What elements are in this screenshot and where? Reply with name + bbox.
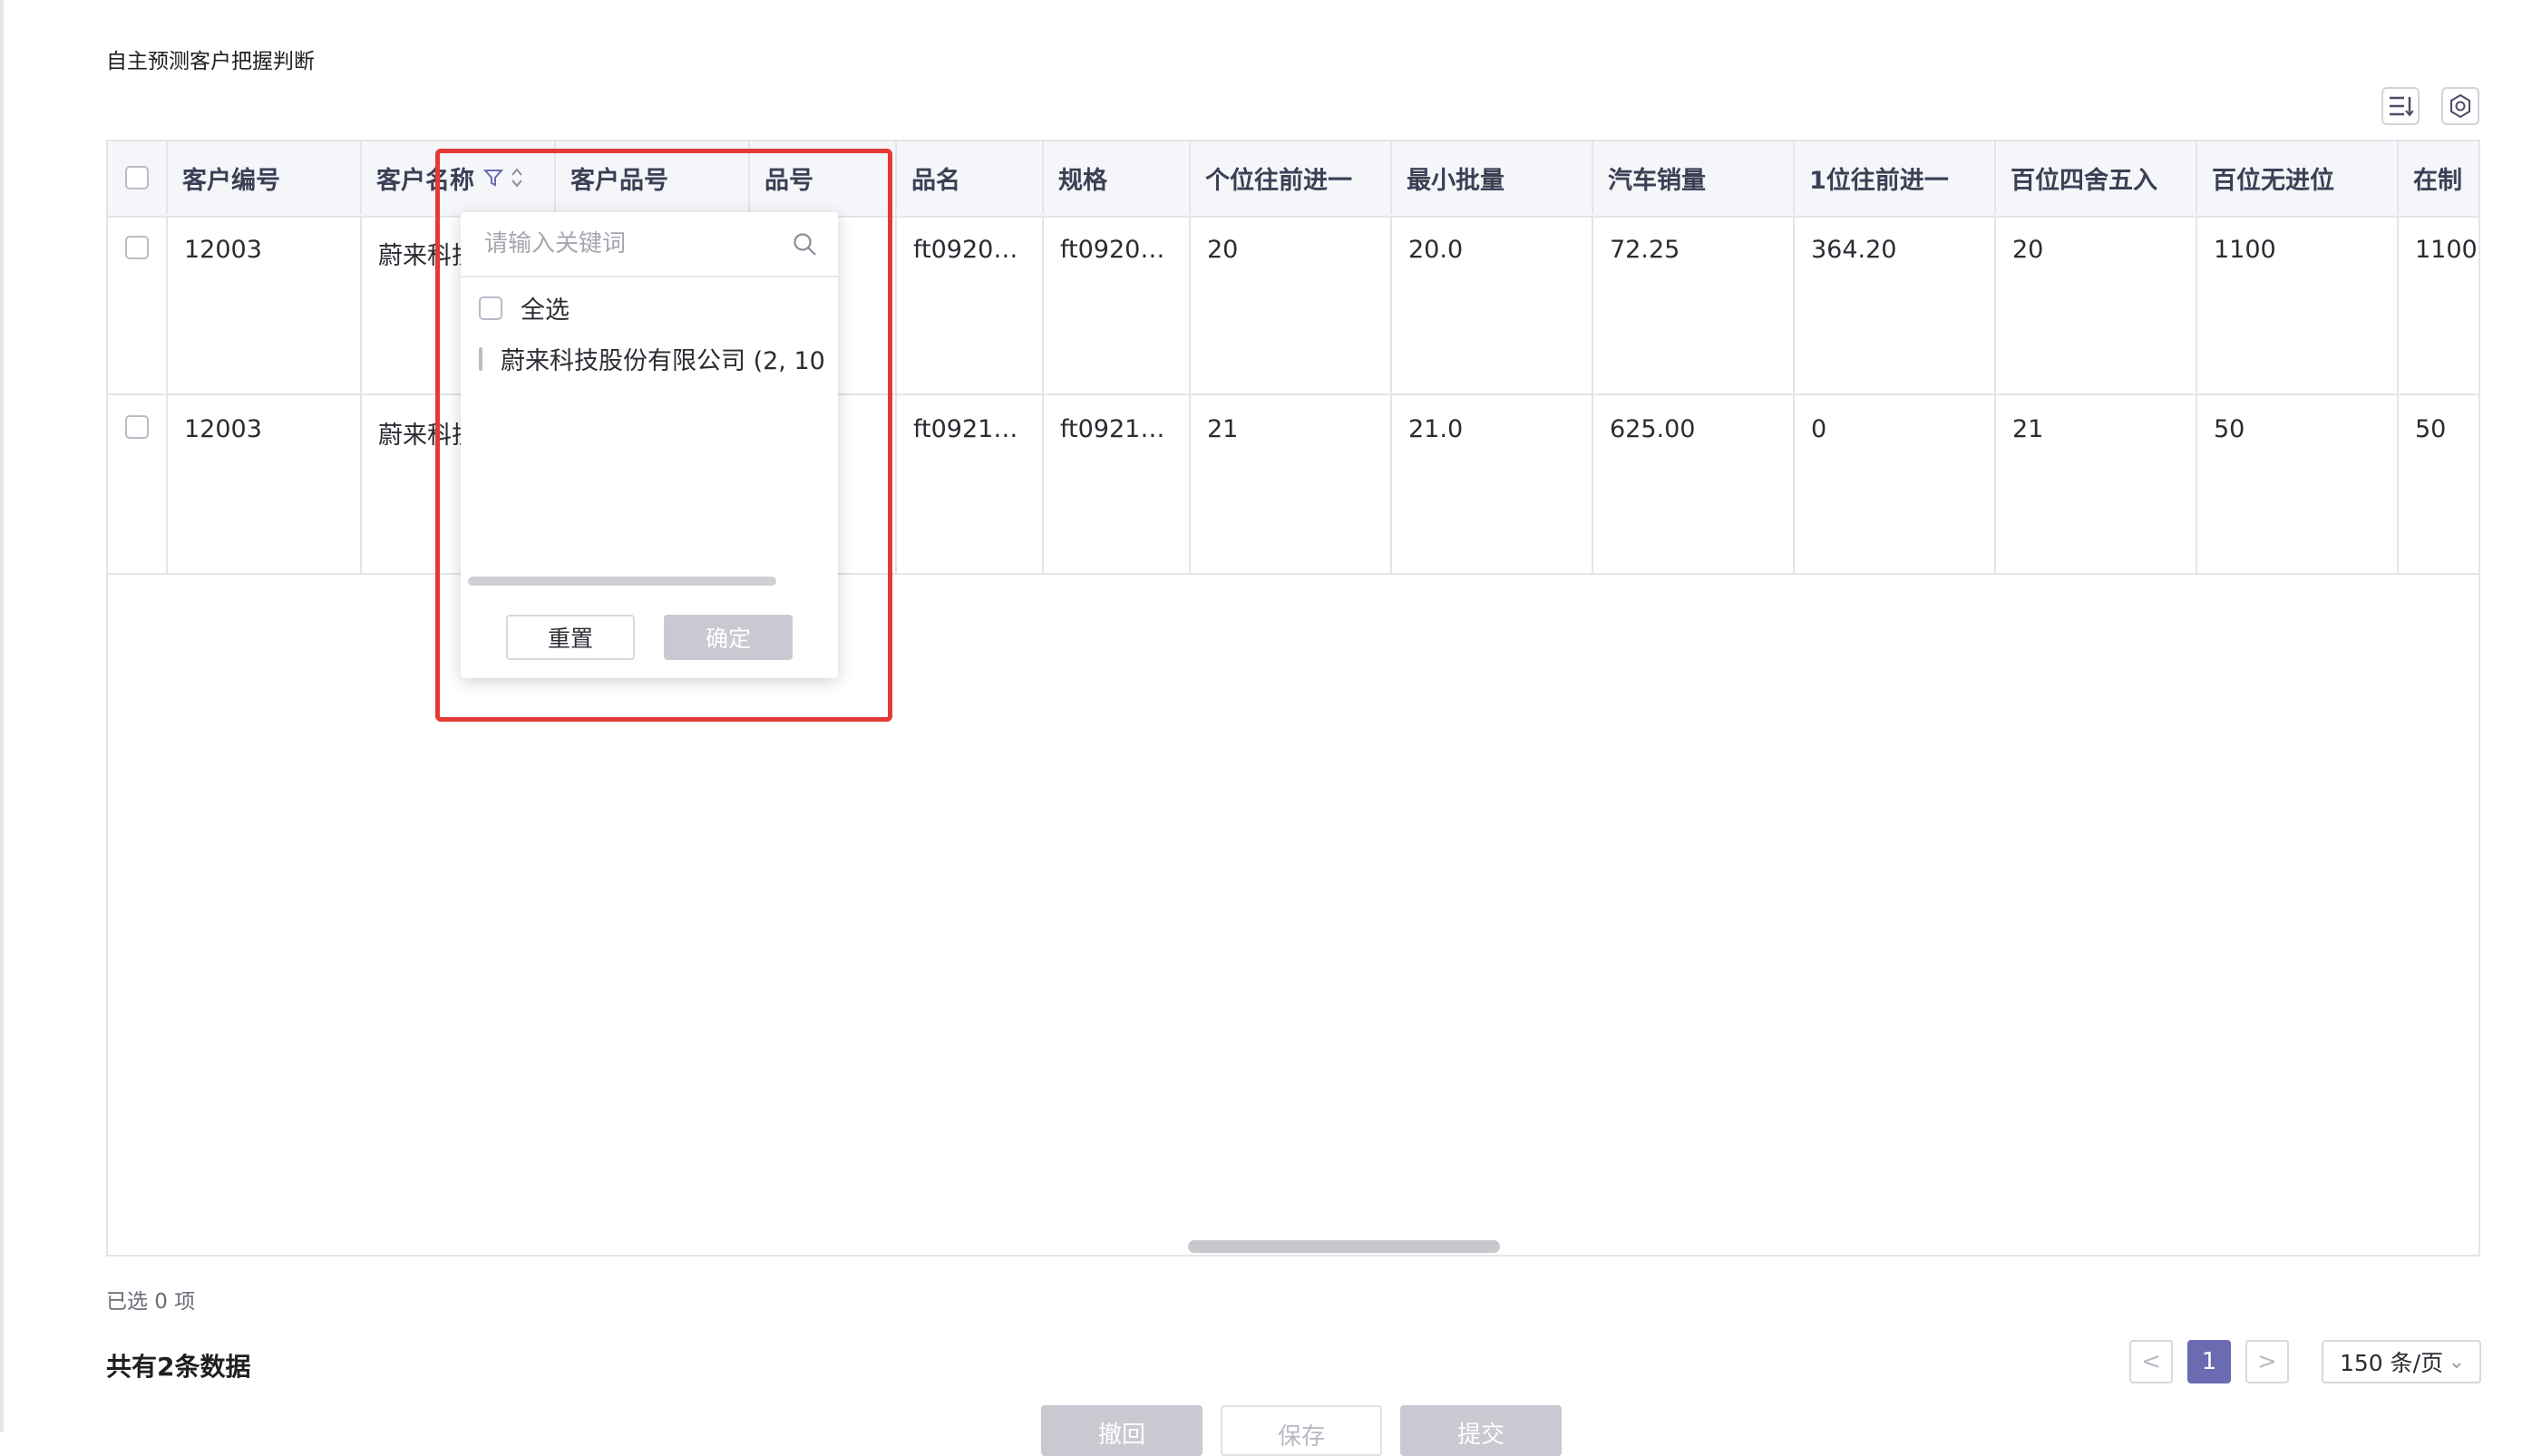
chevron-down-icon: ⌄ <box>2448 1351 2465 1373</box>
select-all-cell <box>108 141 168 214</box>
table-cell: 1100 <box>2415 236 2478 264</box>
confirm-button[interactable]: 确定 <box>664 615 793 660</box>
col-header-label: 客户名称 <box>376 166 474 195</box>
dropdown-scrollbar[interactable] <box>468 577 776 586</box>
col-header-customer-name[interactable]: 客户名称 <box>362 141 556 214</box>
current-page-button[interactable]: 1 <box>2187 1340 2231 1383</box>
table-cell: 20 <box>1996 216 2197 393</box>
table-cell: 20.0 <box>1392 216 1593 393</box>
filter-search-input[interactable] <box>482 225 776 263</box>
table-cell: 1100 <box>2197 216 2399 393</box>
col-header-spec[interactable]: 规格 <box>1044 141 1191 214</box>
table-cell: 21 <box>1996 395 2197 573</box>
gear-icon <box>2450 94 2470 118</box>
table-cell: 21 <box>1191 395 1392 573</box>
filter-icon[interactable] <box>483 168 503 188</box>
filter-search-box <box>461 212 838 277</box>
page-size-value: 150 条/页 <box>2340 1350 2444 1376</box>
col-header-part-name[interactable]: 品名 <box>897 141 1044 214</box>
settings-button[interactable] <box>2441 87 2479 125</box>
next-page-button[interactable]: > <box>2245 1340 2289 1383</box>
table-cell: 50 <box>2197 395 2399 573</box>
table-cell: 72.25 <box>1593 216 1795 393</box>
save-button[interactable]: 保存 <box>1221 1405 1382 1456</box>
col-header-round-up-1[interactable]: 1位往前进一 <box>1795 141 1996 214</box>
col-header-car-sales[interactable]: 汽车销量 <box>1593 141 1795 214</box>
table-cell: 21.0 <box>1392 395 1593 573</box>
col-header-hundred-no-carry[interactable]: 百位无进位 <box>2197 141 2399 214</box>
filter-option-checkbox[interactable] <box>479 296 502 320</box>
filter-option-customer[interactable]: 蔚来科技股份有限公司 (2, 100%) <box>479 341 823 376</box>
row-select-cell <box>108 216 168 393</box>
table-cell: ft0921… <box>897 395 1044 573</box>
table-cell: 12003 <box>168 395 362 573</box>
table-cell: 0 <box>1795 395 1996 573</box>
row-checkbox[interactable] <box>125 236 149 259</box>
total-count: 共有2条数据 <box>106 1352 251 1382</box>
table-cell: ft0920… <box>1044 216 1191 393</box>
prev-page-button[interactable]: < <box>2129 1340 2173 1383</box>
filter-option-label: 蔚来科技股份有限公司 (2, 100%) <box>501 347 823 375</box>
col-header-wip[interactable]: 在制 <box>2399 141 2478 214</box>
col-header-customer-id[interactable]: 客户编号 <box>168 141 362 214</box>
table-cell: 625.00 <box>1593 395 1795 573</box>
column-order-icon <box>2390 96 2413 117</box>
col-header-part-no[interactable]: 品号 <box>750 141 897 214</box>
window-edge <box>0 0 4 1432</box>
table-cell: 364.20 <box>1795 216 1996 393</box>
table-cell: 20 <box>1191 216 1392 393</box>
filter-option-label: 全选 <box>521 296 570 325</box>
page-title: 自主预测客户把握判断 <box>106 50 315 73</box>
col-header-min-batch[interactable]: 最小批量 <box>1392 141 1593 214</box>
selected-count: 已选 0 项 <box>106 1290 196 1314</box>
table-cell: ft0920… <box>897 216 1044 393</box>
revoke-button[interactable]: 撤回 <box>1041 1405 1203 1456</box>
horizontal-scrollbar[interactable] <box>1188 1240 1500 1253</box>
row-select-cell <box>108 395 168 573</box>
col-header-round-up-unit[interactable]: 个位往前进一 <box>1191 141 1392 214</box>
reset-button[interactable]: 重置 <box>506 615 635 660</box>
filter-dropdown: 全选 蔚来科技股份有限公司 (2, 100%) 重置 确定 <box>461 212 838 678</box>
filter-option-checkbox[interactable] <box>479 346 482 371</box>
table-cell: 12003 <box>168 216 362 393</box>
table-header: 客户编号 客户名称 客户品号 品号 品名 规格 个位往前进一 最小批量 汽车销量… <box>108 141 2478 218</box>
col-header-round-hundred[interactable]: 百位四舍五入 <box>1996 141 2197 214</box>
table-cell: 50 <box>2415 415 2447 443</box>
sort-icon[interactable] <box>511 167 523 189</box>
search-icon[interactable] <box>793 232 818 257</box>
select-all-checkbox[interactable] <box>125 166 149 189</box>
col-header-customer-part-no[interactable]: 客户品号 <box>556 141 750 214</box>
row-checkbox[interactable] <box>125 415 149 439</box>
table-cell: ft0921… <box>1044 395 1191 573</box>
filter-option-select-all[interactable]: 全选 <box>479 290 570 325</box>
column-order-button[interactable] <box>2381 87 2420 125</box>
submit-button[interactable]: 提交 <box>1400 1405 1562 1456</box>
page-size-select[interactable]: 150 条/页 ⌄ <box>2322 1340 2481 1383</box>
